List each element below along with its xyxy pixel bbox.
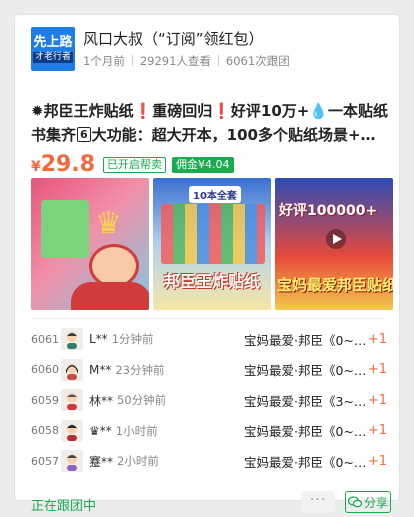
- order-quantity: +1: [367, 331, 387, 347]
- shop-name[interactable]: 风口大叔（“订阅”领红包）: [83, 28, 264, 49]
- order-number: 6058: [31, 424, 59, 437]
- share-label: 分享: [363, 495, 388, 510]
- order-time: 2小时前: [117, 454, 159, 468]
- title-boxed-number: 6: [77, 127, 91, 142]
- image-board-shape: [41, 200, 89, 258]
- order-time: 1小时前: [115, 423, 158, 438]
- image-rating-text: 好评100000+: [279, 203, 378, 219]
- order-quantity: +1: [367, 423, 387, 438]
- following-status: 正在跟团中: [31, 499, 97, 514]
- buyer-name: ♛**: [89, 423, 112, 438]
- order-list: 6061 L** 1分钟前 宝妈最爱·邦臣《0~… +1 6060 M** 23…: [31, 325, 389, 478]
- order-product: 宝妈最爱·邦臣《0~…: [244, 332, 367, 348]
- logo-text-main: 先上路: [33, 35, 73, 50]
- avatar: [61, 389, 83, 411]
- image-tab-label: 10本全套: [189, 186, 241, 203]
- order-row[interactable]: 6061 L** 1分钟前 宝妈最爱·邦臣《0~… +1: [31, 325, 389, 353]
- image-caption: 邦臣王炸贴纸: [163, 272, 260, 291]
- price-symbol: ¥: [31, 159, 41, 175]
- shop-header[interactable]: 先上路 オ老行者 风口大叔（“订阅”领红包） 1个月前 29291人查看 6061次…: [31, 27, 387, 77]
- commission-tag: 佣金¥4.04: [172, 157, 234, 173]
- order-quantity: +1: [367, 362, 387, 377]
- buyer-name: M**: [89, 362, 112, 377]
- avatar: [61, 450, 83, 472]
- card-footer: 正在跟团中 ··· 分享: [31, 491, 391, 517]
- group-buy-card[interactable]: 先上路 オ老行者 风口大叔（“订阅”领红包） 1个月前 29291人查看 6061次…: [14, 14, 400, 514]
- product-images: ♛ 10本全套 邦臣王炸贴纸 好评100000+ 宝妈最爱邦臣贴纸: [31, 178, 393, 310]
- order-number: 6057: [31, 454, 59, 468]
- order-number: 6060: [31, 363, 59, 376]
- posted-time: 1个月前: [83, 54, 125, 68]
- image-sticker-grid: [161, 204, 265, 264]
- logo-text-sub: オ老行者: [32, 52, 73, 63]
- more-button[interactable]: ···: [301, 491, 335, 513]
- title-suffix: 大功能：超大开本，100多个贴纸场景+…: [91, 126, 376, 144]
- order-quantity: +1: [367, 453, 387, 469]
- buyer-name: 蹇**: [89, 454, 114, 469]
- order-time: 50分钟前: [117, 393, 167, 407]
- view-count: 29291人查看: [139, 54, 211, 68]
- buyer-name: L**: [89, 332, 108, 346]
- price-value: 29.8: [40, 152, 96, 177]
- share-button[interactable]: 分享: [345, 491, 391, 513]
- order-time: 1分钟前: [111, 332, 154, 346]
- order-product: 宝妈最爱·邦臣《0~…: [244, 424, 367, 439]
- shop-logo[interactable]: 先上路 オ老行者: [31, 27, 75, 71]
- order-number: 6061: [31, 332, 59, 346]
- avatar: [61, 419, 83, 442]
- order-row[interactable]: 6060 M** 23分钟前 宝妈最爱·邦臣《0~… +1: [31, 356, 389, 384]
- follow-count: 6061次跟团: [225, 54, 290, 68]
- play-icon[interactable]: [325, 228, 347, 250]
- buyer-name: 林**: [89, 393, 114, 408]
- order-row[interactable]: 6057 蹇** 2小时前 宝妈最爱·邦臣《0~… +1: [31, 447, 389, 475]
- meta-divider: [217, 55, 219, 66]
- divider: [31, 318, 385, 319]
- avatar: [61, 328, 83, 350]
- product-title[interactable]: ✹邦臣王炸贴纸❗重磅回归❗好评10万+💧一本贴纸书集齐 6 大功能：超大开本，100…: [31, 99, 391, 147]
- product-image-1[interactable]: ♛: [31, 178, 149, 310]
- shop-meta: 1个月前 29291人查看 6061次跟团: [83, 53, 290, 69]
- order-number: 6059: [31, 393, 59, 407]
- helper-sale-tag: 已开启帮卖: [103, 157, 167, 173]
- order-row[interactable]: 6059 林** 50分钟前 宝妈最爱·邦臣《3~… +1: [31, 386, 389, 414]
- order-quantity: +1: [367, 392, 387, 408]
- order-product: 宝妈最爱·邦臣《0~…: [244, 454, 367, 470]
- order-time: 23分钟前: [115, 362, 165, 377]
- order-row[interactable]: 6058 ♛** 1小时前 宝妈最爱·邦臣《0~… +1: [31, 417, 389, 445]
- crown-icon: ♛: [95, 206, 122, 241]
- avatar: [61, 358, 83, 381]
- image-slogan: 宝妈最爱邦臣贴纸: [277, 276, 393, 294]
- product-image-2[interactable]: 10本全套 邦臣王炸贴纸: [153, 178, 271, 310]
- order-product: 宝妈最爱·邦臣《3~…: [244, 393, 367, 409]
- wechat-icon: [347, 496, 362, 508]
- meta-divider: [131, 55, 133, 66]
- order-product: 宝妈最爱·邦臣《0~…: [244, 363, 367, 378]
- price-row: ¥29.8 已开启帮卖 佣金¥4.04: [31, 150, 234, 176]
- product-image-3[interactable]: 好评100000+ 宝妈最爱邦臣贴纸: [275, 178, 393, 310]
- image-shirt-shape: [71, 282, 149, 310]
- price: ¥29.8: [31, 154, 95, 176]
